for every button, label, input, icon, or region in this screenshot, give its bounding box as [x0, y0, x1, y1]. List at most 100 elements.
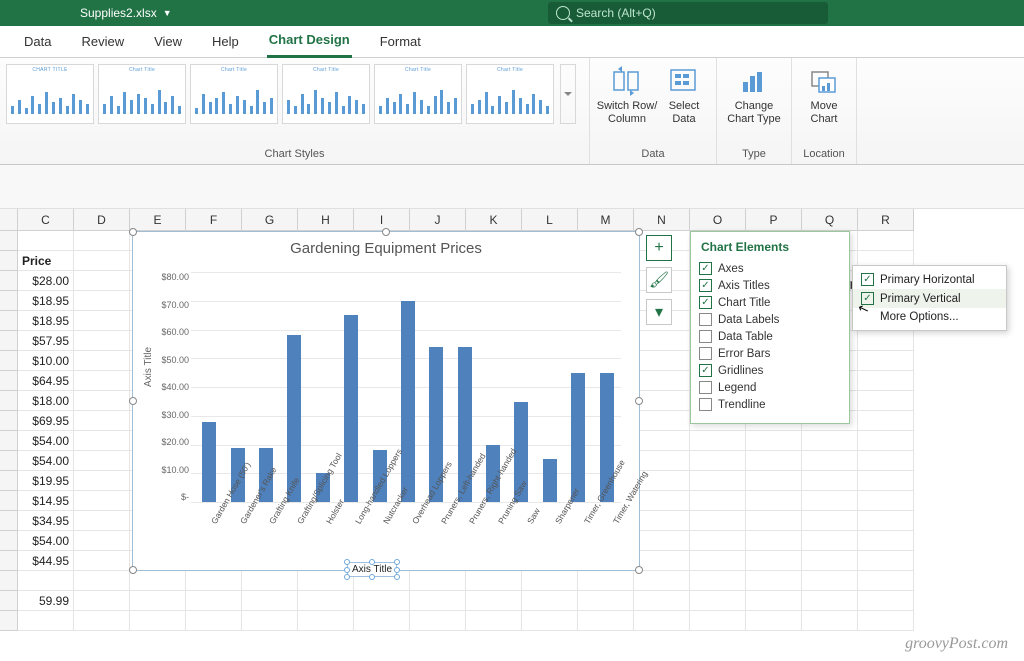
cell[interactable]: [522, 611, 578, 631]
cell[interactable]: [466, 571, 522, 591]
row-header[interactable]: [0, 571, 18, 591]
chart-element-legend[interactable]: Legend: [699, 379, 843, 396]
column-header[interactable]: P: [746, 209, 802, 231]
cell[interactable]: [634, 571, 690, 591]
cell[interactable]: [802, 551, 858, 571]
tab-chart-design[interactable]: Chart Design: [267, 26, 352, 58]
cell[interactable]: [74, 531, 130, 551]
row-header[interactable]: [0, 411, 18, 431]
tab-format[interactable]: Format: [378, 28, 423, 57]
tab-data[interactable]: Data: [22, 28, 53, 57]
cell[interactable]: [690, 511, 746, 531]
chart-bar[interactable]: [401, 301, 415, 502]
row-header[interactable]: [0, 251, 18, 271]
chart-bar[interactable]: [202, 422, 216, 503]
cell[interactable]: [634, 411, 690, 431]
cell[interactable]: [298, 591, 354, 611]
cell[interactable]: $54.00: [18, 431, 74, 451]
cell[interactable]: $10.00: [18, 351, 74, 371]
chart-bar[interactable]: [543, 459, 557, 502]
chart-element-gridlines[interactable]: Gridlines: [699, 362, 843, 379]
chart-style-thumb[interactable]: Chart Title: [466, 64, 554, 124]
cell[interactable]: [578, 591, 634, 611]
cell[interactable]: [802, 451, 858, 471]
row-header[interactable]: [0, 391, 18, 411]
cell[interactable]: [410, 571, 466, 591]
cell[interactable]: [858, 391, 914, 411]
column-header[interactable]: J: [410, 209, 466, 231]
chart-element-axis-titles[interactable]: Axis Titles: [699, 277, 843, 294]
cell[interactable]: [634, 431, 690, 451]
switch-row-column-button[interactable]: Switch Row/ Column: [596, 62, 658, 125]
column-header[interactable]: M: [578, 209, 634, 231]
cell[interactable]: $34.95: [18, 511, 74, 531]
cell[interactable]: [634, 331, 690, 351]
row-header[interactable]: [0, 531, 18, 551]
cell[interactable]: [522, 591, 578, 611]
change-chart-type-button[interactable]: Change Chart Type: [723, 62, 785, 125]
cell[interactable]: [690, 491, 746, 511]
row-header[interactable]: [0, 371, 18, 391]
chart-element-chart-title[interactable]: Chart Title: [699, 294, 843, 311]
cell[interactable]: [858, 551, 914, 571]
row-header[interactable]: [0, 591, 18, 611]
cell[interactable]: [746, 491, 802, 511]
cell[interactable]: [802, 431, 858, 451]
cell[interactable]: [858, 511, 914, 531]
cell[interactable]: [74, 411, 130, 431]
row-header[interactable]: [0, 451, 18, 471]
cell[interactable]: [74, 351, 130, 371]
cell[interactable]: [802, 571, 858, 591]
column-header[interactable]: D: [74, 209, 130, 231]
tab-help[interactable]: Help: [210, 28, 241, 57]
cell[interactable]: [74, 571, 130, 591]
cell[interactable]: [858, 371, 914, 391]
cell[interactable]: 59.99: [18, 591, 74, 611]
cell[interactable]: [410, 611, 466, 631]
chart-element-data-table[interactable]: Data Table: [699, 328, 843, 345]
column-header[interactable]: E: [130, 209, 186, 231]
cell[interactable]: [354, 591, 410, 611]
chart-element-axes[interactable]: Axes: [699, 260, 843, 277]
cell[interactable]: $57.95: [18, 331, 74, 351]
column-header[interactable]: K: [466, 209, 522, 231]
tab-view[interactable]: View: [152, 28, 184, 57]
cell[interactable]: [466, 591, 522, 611]
row-header[interactable]: [0, 491, 18, 511]
cell[interactable]: [690, 531, 746, 551]
cell[interactable]: [74, 471, 130, 491]
y-axis-title[interactable]: Axis Title: [143, 347, 154, 387]
cell[interactable]: [634, 611, 690, 631]
cell[interactable]: [242, 591, 298, 611]
cell[interactable]: [74, 311, 130, 331]
cell[interactable]: [130, 591, 186, 611]
plot-area[interactable]: [191, 272, 621, 502]
cell[interactable]: [634, 531, 690, 551]
cell[interactable]: [858, 411, 914, 431]
cell[interactable]: [858, 471, 914, 491]
spreadsheet-grid[interactable]: CDEFGHIJKLMNOPQR Price$28.00$18.95$18.95…: [0, 209, 1024, 631]
cell[interactable]: [802, 611, 858, 631]
cell[interactable]: $18.95: [18, 291, 74, 311]
cell[interactable]: [802, 531, 858, 551]
column-header[interactable]: Q: [802, 209, 858, 231]
chart-element-error-bars[interactable]: Error Bars: [699, 345, 843, 362]
cell[interactable]: $18.00: [18, 391, 74, 411]
cell[interactable]: [186, 571, 242, 591]
row-header[interactable]: [0, 331, 18, 351]
cell[interactable]: [242, 571, 298, 591]
cell[interactable]: [186, 611, 242, 631]
submenu-primary-vertical[interactable]: Primary Vertical: [853, 289, 1006, 308]
chart-title[interactable]: Gardening Equipment Prices: [133, 232, 639, 259]
row-header[interactable]: [0, 551, 18, 571]
chart-style-thumb[interactable]: Chart Title: [282, 64, 370, 124]
submenu-primary-horizontal[interactable]: Primary Horizontal: [853, 270, 1006, 289]
cell[interactable]: [74, 371, 130, 391]
cell[interactable]: [746, 611, 802, 631]
cell[interactable]: [578, 611, 634, 631]
row-header[interactable]: [0, 271, 18, 291]
cell[interactable]: [858, 331, 914, 351]
cell[interactable]: $44.95: [18, 551, 74, 571]
cell[interactable]: [746, 531, 802, 551]
row-header[interactable]: [0, 511, 18, 531]
